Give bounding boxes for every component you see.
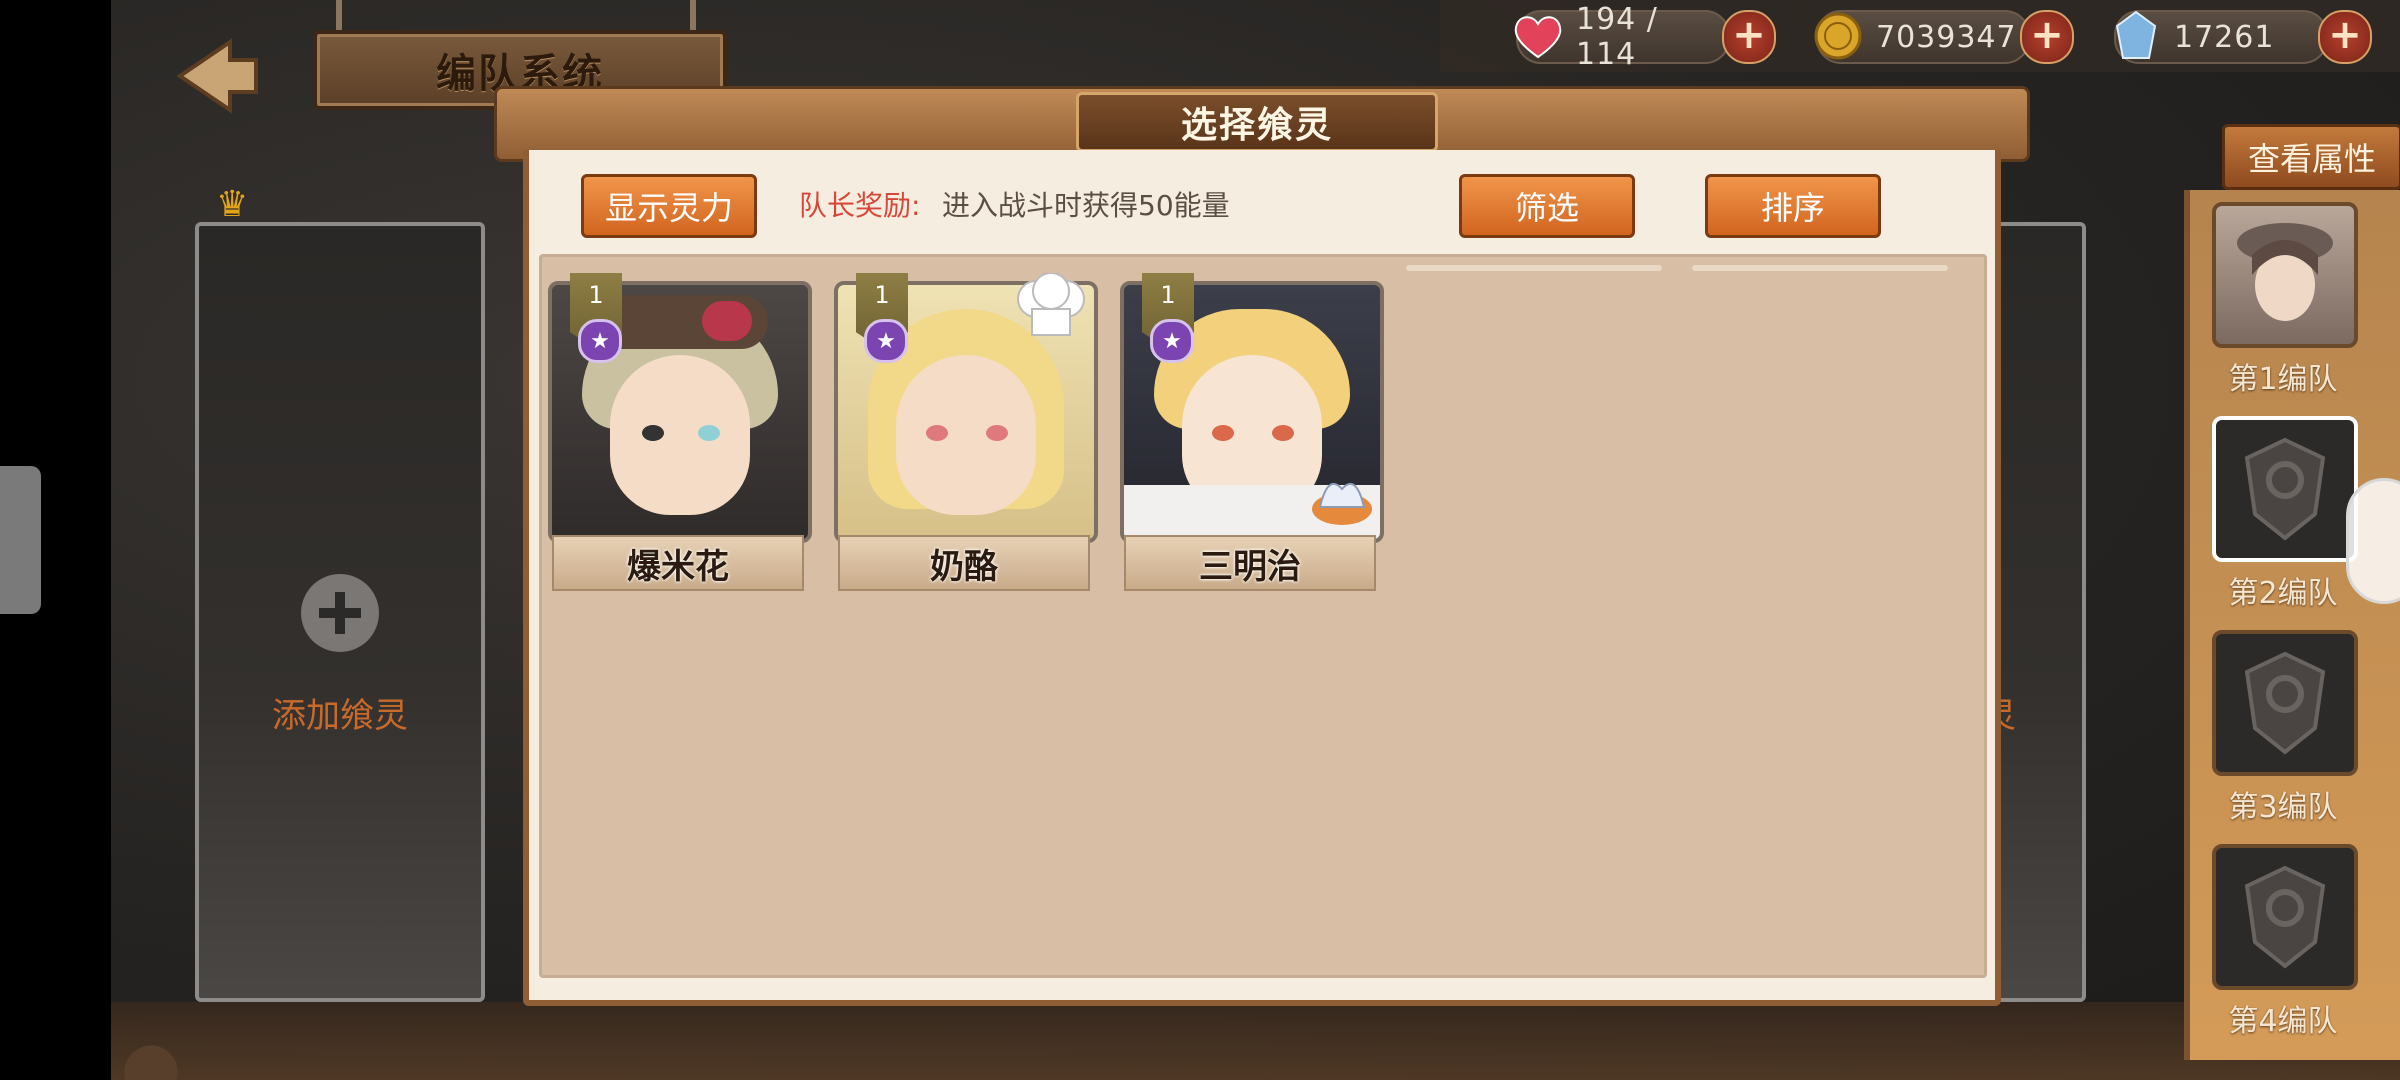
screen-edge-handle[interactable] xyxy=(0,466,41,614)
card-name-plate: 奶酪 xyxy=(838,535,1090,591)
add-gold-button[interactable]: + xyxy=(2020,10,2074,64)
leader-bonus-label: 队长奖励: xyxy=(799,189,921,222)
crystal-icon xyxy=(2108,8,2164,64)
element-emblem-icon xyxy=(1308,469,1376,529)
food-soul-card-popcorn[interactable]: 1 ★ 爆米花 xyxy=(548,273,812,591)
team-tab-label: 第3编队 xyxy=(2228,790,2338,825)
side-scroll-knob[interactable] xyxy=(2346,478,2400,604)
show-power-button[interactable]: 显示灵力 xyxy=(581,174,757,238)
modal-title: 选择飨灵 xyxy=(1180,105,1333,146)
crystal-value: 17261 xyxy=(2174,19,2275,55)
team-emblem-icon xyxy=(2212,416,2358,562)
team-tab-3[interactable]: 第3编队 xyxy=(2212,630,2358,826)
food-soul-name: 奶酪 xyxy=(930,546,998,587)
team-selector-sidebar: 第1编队 第2编队 第3编队 第4编队 xyxy=(2184,190,2400,1060)
banner-rope xyxy=(336,0,342,32)
team-tab-label: 第2编队 xyxy=(2228,576,2338,611)
heart-icon xyxy=(1510,8,1566,64)
crown-icon: ♛ xyxy=(216,184,249,225)
food-soul-grid: 1 ★ 爆米花 1 ★ 奶酪 1 ★ 三明治 xyxy=(539,254,1987,978)
add-crystal-button[interactable]: + xyxy=(2318,10,2372,64)
team-tab-4[interactable]: 第4编队 xyxy=(2212,844,2358,1040)
star-icon: ★ xyxy=(864,319,908,363)
plus-icon xyxy=(301,574,379,652)
empty-card-slot xyxy=(1692,265,1948,271)
modal-title-plate: 选择飨灵 xyxy=(1076,92,1438,152)
team-emblem-icon xyxy=(2212,844,2358,990)
food-soul-card-sandwich[interactable]: 1 ★ 三明治 xyxy=(1120,273,1384,591)
team-leader-avatar xyxy=(2212,202,2358,348)
filter-button[interactable]: 筛选 xyxy=(1459,174,1635,238)
team-tab-label: 第1编队 xyxy=(2228,362,2338,397)
view-attributes-button[interactable]: 查看属性 xyxy=(2222,124,2400,190)
select-food-soul-modal: 显示灵力 队长奖励: 进入战斗时获得50能量 筛选 排序 1 ★ 爆米花 1 ★… xyxy=(523,150,2001,1006)
leader-bonus-description: 进入战斗时获得50能量 xyxy=(942,189,1230,222)
banner-rope xyxy=(690,0,696,32)
team-emblem-icon xyxy=(2212,630,2358,776)
card-name-plate: 爆米花 xyxy=(552,535,804,591)
card-name-plate: 三明治 xyxy=(1124,535,1376,591)
team-tab-2[interactable]: 第2编队 xyxy=(2212,416,2358,612)
gold-value: 7039347 xyxy=(1876,19,2017,55)
crystal-counter: 17261 xyxy=(2114,10,2328,64)
add-food-soul-label: 添加飨灵 xyxy=(272,696,408,736)
back-arrow-icon xyxy=(176,38,258,114)
add-stamina-button[interactable]: + xyxy=(1722,10,1776,64)
star-icon: ★ xyxy=(1150,319,1194,363)
food-soul-name: 三明治 xyxy=(1199,546,1301,587)
chef-hat-icon xyxy=(1012,272,1090,343)
team-tab-1[interactable]: 第1编队 xyxy=(2212,202,2358,398)
bottom-decoration xyxy=(111,1002,2400,1080)
gold-counter: 7039347 xyxy=(1814,10,2030,64)
back-button[interactable] xyxy=(170,38,262,114)
stamina-value: 194 / 114 xyxy=(1576,2,1658,72)
empty-card-slot xyxy=(1406,265,1662,271)
food-soul-name: 爆米花 xyxy=(627,546,729,587)
team-tab-label: 第4编队 xyxy=(2228,1004,2338,1039)
stamina-counter: 194 / 114 xyxy=(1514,2,1730,72)
star-icon: ★ xyxy=(578,319,622,363)
sort-button[interactable]: 排序 xyxy=(1705,174,1881,238)
food-soul-card-cheese[interactable]: 1 ★ 奶酪 xyxy=(834,272,1098,591)
gold-coin-icon xyxy=(1810,8,1866,64)
team-member-slot-leader[interactable]: 添加飨灵 xyxy=(195,222,485,1002)
